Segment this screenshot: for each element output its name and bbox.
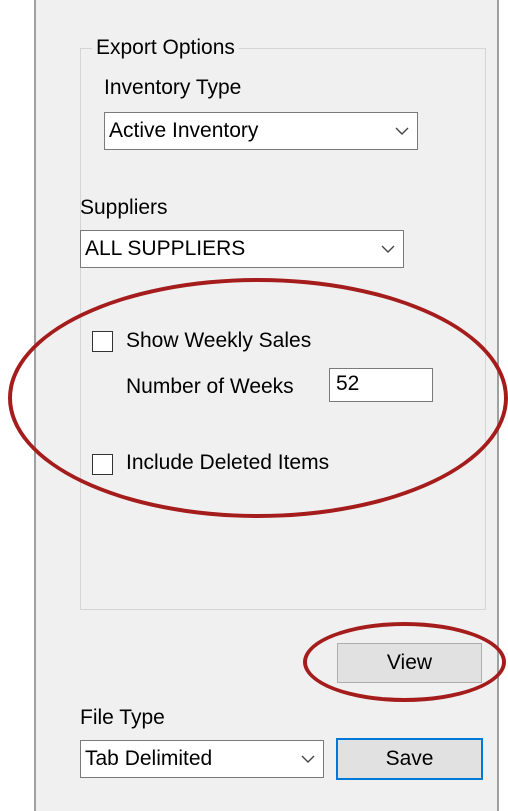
suppliers-dropdown[interactable]: ALL SUPPLIERS: [80, 230, 404, 268]
inventory-type-label: Inventory Type: [104, 76, 242, 99]
file-type-label: File Type: [80, 706, 165, 729]
export-options-title: Export Options: [92, 36, 239, 60]
chevron-down-icon: [373, 231, 403, 267]
inventory-type-dropdown[interactable]: Active Inventory: [104, 112, 418, 150]
view-button[interactable]: View: [337, 643, 482, 683]
file-type-value: Tab Delimited: [85, 747, 213, 770]
suppliers-value: ALL SUPPLIERS: [85, 237, 246, 260]
include-deleted-label: Include Deleted Items: [126, 451, 330, 474]
chevron-down-icon: [387, 113, 417, 149]
chevron-down-icon: [293, 741, 323, 777]
number-of-weeks-input[interactable]: 52: [329, 368, 433, 402]
panel-border-left: [34, 0, 36, 811]
file-type-dropdown[interactable]: Tab Delimited: [80, 740, 324, 778]
inventory-type-value: Active Inventory: [109, 119, 259, 142]
panel-border-right: [497, 0, 499, 811]
save-button[interactable]: Save: [336, 738, 483, 780]
show-weekly-sales-checkbox[interactable]: [92, 331, 113, 352]
show-weekly-sales-label: Show Weekly Sales: [126, 329, 312, 352]
number-of-weeks-label: Number of Weeks: [126, 375, 294, 398]
include-deleted-checkbox[interactable]: [92, 454, 113, 475]
suppliers-label: Suppliers: [80, 196, 168, 219]
